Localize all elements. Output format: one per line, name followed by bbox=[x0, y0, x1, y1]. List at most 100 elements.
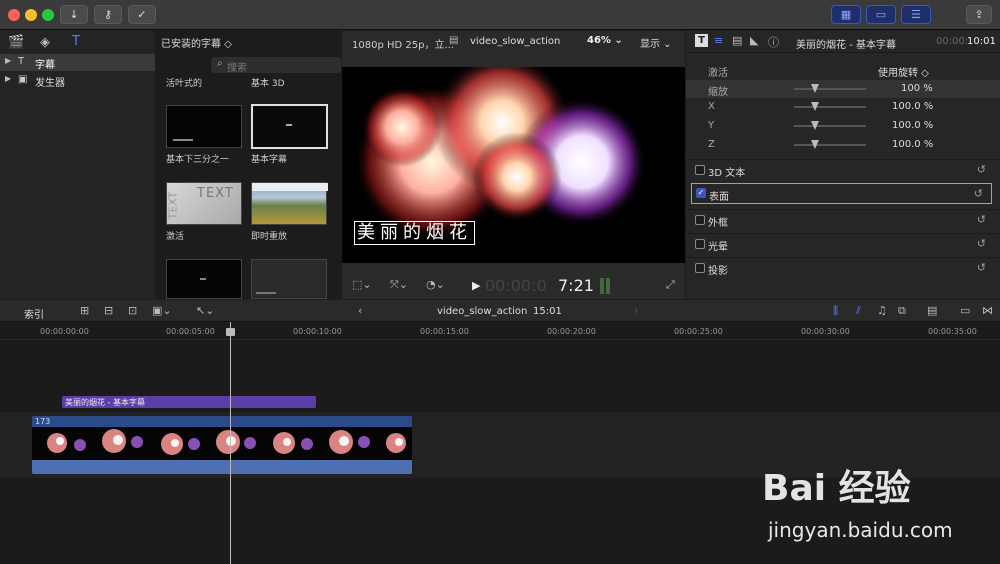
z-row: Z 100.0 % bbox=[708, 139, 934, 150]
section-face[interactable]: ✓ 表面 ↺ bbox=[691, 183, 992, 204]
search-placeholder: 搜索 bbox=[227, 63, 247, 74]
playhead[interactable] bbox=[230, 322, 231, 564]
sidebar-item-titles[interactable]: ▶ T 字幕 bbox=[0, 54, 155, 71]
skimming-icon[interactable]: ⫽ bbox=[856, 304, 861, 318]
view-menu[interactable]: 显示 ⌄ bbox=[640, 35, 672, 50]
outline-checkbox[interactable] bbox=[695, 215, 705, 225]
play-icon[interactable]: ▶ bbox=[472, 279, 480, 292]
zoom-menu[interactable]: 46% ⌄ bbox=[587, 35, 623, 46]
headphones-icon[interactable]: ♫ bbox=[877, 304, 887, 317]
x-row: X 100.0 % bbox=[708, 101, 934, 112]
reset-icon[interactable]: ↺ bbox=[977, 261, 986, 274]
show-browser-button[interactable]: ▦ bbox=[831, 5, 861, 24]
chevron-down-icon: ⌄ bbox=[610, 35, 623, 46]
show-inspector-button[interactable]: ☰ bbox=[901, 5, 931, 24]
viewer-canvas[interactable]: 美丽的烟花 bbox=[342, 67, 685, 263]
drop-shadow-checkbox[interactable] bbox=[695, 263, 705, 273]
browser-title[interactable]: 已安装的字幕 ◇ bbox=[161, 35, 232, 50]
title-clip[interactable]: 美丽的烟花 - 基本字幕 bbox=[62, 396, 316, 408]
search-field[interactable]: ⌕ 搜索 bbox=[211, 57, 341, 74]
forward-icon[interactable]: › bbox=[634, 304, 638, 317]
search-icon: ⌕ bbox=[217, 58, 223, 69]
title-thumbnail[interactable] bbox=[251, 259, 327, 299]
audio-skimming-icon[interactable]: ⫼ bbox=[833, 304, 838, 318]
title-thumbnail-basic-lower-third[interactable] bbox=[166, 105, 242, 148]
index-button[interactable]: 索引 bbox=[24, 306, 44, 321]
close-window-button[interactable] bbox=[8, 9, 20, 21]
glow-checkbox[interactable] bbox=[695, 239, 705, 249]
reset-icon[interactable]: ↺ bbox=[977, 237, 986, 250]
clip-appearance-icon[interactable]: ▤ bbox=[927, 304, 937, 317]
z-slider[interactable] bbox=[794, 140, 866, 149]
video-clip[interactable]: 173 bbox=[32, 416, 412, 474]
title-overlay[interactable]: 美丽的烟花 bbox=[354, 221, 475, 245]
connect-clip-icon[interactable]: ⊞ bbox=[80, 304, 89, 317]
title-thumbnail-basic-title[interactable] bbox=[251, 104, 328, 149]
overwrite-clip-icon[interactable]: ▣⌄ bbox=[152, 304, 172, 317]
reset-icon[interactable]: ↺ bbox=[977, 163, 986, 176]
title-thumbnail[interactable] bbox=[166, 259, 242, 299]
playhead-handle[interactable] bbox=[226, 328, 235, 336]
title-thumbnail-instant-replay[interactable] bbox=[251, 182, 328, 225]
photos-icon[interactable]: ◈ bbox=[40, 35, 50, 50]
slider-knob[interactable] bbox=[811, 102, 819, 111]
back-icon[interactable]: ‹ bbox=[358, 304, 362, 317]
inspector: T ≡ ▤ ◣ ⓘ 美丽的烟花 - 基本字幕 00:00: 10:01 激活 使… bbox=[686, 31, 1000, 299]
snapping-icon[interactable]: ⧉ bbox=[898, 304, 906, 318]
animate-row: 激活 使用旋转 ◇ bbox=[686, 61, 1000, 79]
slider-knob[interactable] bbox=[811, 140, 819, 149]
trim-icon[interactable]: ⤧⌄ bbox=[390, 278, 408, 292]
watermark-brand: Bai 经验 bbox=[762, 468, 911, 509]
face-checkbox[interactable]: ✓ bbox=[696, 188, 706, 198]
title-thumbnail-animated[interactable]: TEXT TEXT bbox=[166, 182, 242, 225]
fullscreen-icon[interactable]: ⤢ bbox=[666, 278, 675, 292]
sidebar-item-generators[interactable]: ▶ ▣ 发生器 bbox=[0, 72, 155, 89]
key-icon: ⚷ bbox=[103, 8, 113, 21]
title-item-label: 基本字幕 bbox=[251, 155, 288, 165]
import-button[interactable]: ↓ bbox=[60, 5, 88, 24]
insert-clip-icon[interactable]: ⊟ bbox=[104, 304, 113, 317]
filter-icon[interactable]: ◣ bbox=[750, 34, 758, 47]
info-icon[interactable]: ⓘ bbox=[768, 34, 779, 50]
scale-value[interactable]: 100 % bbox=[901, 83, 933, 94]
x-value[interactable]: 100.0 % bbox=[892, 101, 933, 112]
ruler-label: 00:00:05:00 bbox=[166, 327, 215, 336]
section-3d-text[interactable]: 3D 文本 ↺ bbox=[686, 159, 1000, 179]
filmstrip bbox=[32, 427, 412, 460]
titles-icon[interactable]: T bbox=[72, 34, 80, 49]
append-clip-icon[interactable]: ⊡ bbox=[128, 304, 137, 317]
timeline-ruler[interactable]: 00:00:00:00 00:00:05:00 00:00:10:00 00:0… bbox=[0, 322, 1000, 340]
keywords-button[interactable]: ⚷ bbox=[94, 5, 122, 24]
title-inspector-icon[interactable]: ≡ bbox=[714, 34, 723, 47]
show-timeline-button[interactable]: ▭ bbox=[866, 5, 896, 24]
slider-knob[interactable] bbox=[811, 84, 819, 93]
z-value[interactable]: 100.0 % bbox=[892, 139, 933, 150]
reset-icon[interactable]: ↺ bbox=[977, 213, 986, 226]
transform-icon[interactable]: ⬚⌄ bbox=[352, 278, 372, 291]
retime-icon[interactable]: ◔⌄ bbox=[426, 278, 445, 291]
x-slider[interactable] bbox=[794, 102, 866, 111]
section-drop-shadow[interactable]: 投影 ↺ bbox=[686, 257, 1000, 277]
viewer: 1080p HD 25p，立... ▤ video_slow_action 46… bbox=[342, 31, 685, 299]
scale-slider[interactable] bbox=[794, 84, 866, 93]
effects-browser-icon[interactable]: ▭ bbox=[960, 304, 970, 317]
reset-icon[interactable]: ↺ bbox=[974, 187, 983, 200]
viewer-clip-name: video_slow_action bbox=[470, 36, 561, 47]
video-inspector-icon[interactable]: ▤ bbox=[732, 34, 742, 47]
section-glow[interactable]: 光晕 ↺ bbox=[686, 233, 1000, 253]
y-value[interactable]: 100.0 % bbox=[892, 120, 933, 131]
text-inspector-icon[interactable]: T bbox=[695, 34, 708, 47]
clapper-icon[interactable]: 🎬 bbox=[8, 35, 24, 50]
transitions-browser-icon[interactable]: ⋈ bbox=[982, 304, 993, 317]
y-slider[interactable] bbox=[794, 121, 866, 130]
inspector-header: T ≡ ▤ ◣ ⓘ 美丽的烟花 - 基本字幕 00:00: 10:01 bbox=[686, 31, 1000, 53]
select-tool-icon[interactable]: ↖⌄ bbox=[196, 304, 214, 317]
zoom-window-button[interactable] bbox=[42, 9, 54, 21]
animate-popup[interactable]: 使用旋转 ◇ bbox=[878, 64, 929, 79]
section-outline[interactable]: 外框 ↺ bbox=[686, 209, 1000, 229]
slider-knob[interactable] bbox=[811, 121, 819, 130]
minimize-window-button[interactable] bbox=[25, 9, 37, 21]
share-button[interactable]: ⇪ bbox=[966, 5, 992, 24]
background-tasks-button[interactable]: ✓ bbox=[128, 5, 156, 24]
3d-text-checkbox[interactable] bbox=[695, 165, 705, 175]
